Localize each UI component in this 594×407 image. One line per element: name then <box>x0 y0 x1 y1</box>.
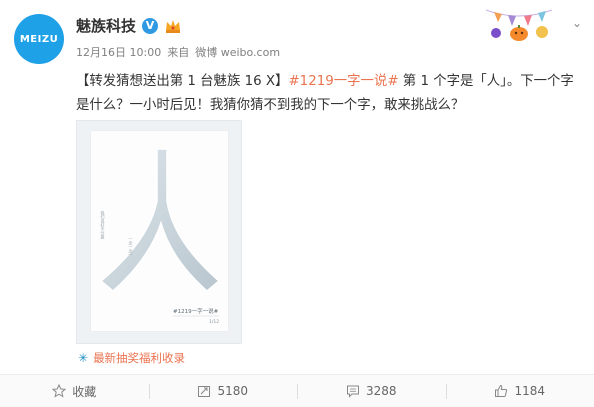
author-row: 魅族科技 V <box>76 15 182 36</box>
chevron-down-icon[interactable]: ⌄ <box>572 16 582 30</box>
source-prefix: 来自 <box>167 46 190 59</box>
poster-card: 我们说好不分散 一念一念一 #1219一字一说# 1/12 <box>91 131 228 331</box>
avatar-logo-text: MEIZU <box>19 33 59 45</box>
poster-side-text-1: 我们说好不分散 <box>101 210 106 240</box>
comment-button[interactable]: 3288 <box>297 375 446 407</box>
lottery-icon: ✳ <box>78 351 89 365</box>
action-bar: 收藏 5180 3288 1184 <box>0 374 594 407</box>
post-time[interactable]: 12月16日 10:00 <box>76 44 161 60</box>
repost-count: 5180 <box>217 384 249 398</box>
author-name[interactable]: 魅族科技 <box>76 15 136 36</box>
repost-button[interactable]: 5180 <box>148 375 298 407</box>
comment-count: 3288 <box>365 384 397 398</box>
thumbs-up-icon <box>495 384 508 397</box>
like-count: 1184 <box>514 384 546 398</box>
poster-artwork: 我们说好不分散 一念一念一 #1219一字一说# 1/12 <box>99 148 221 325</box>
halloween-decoration-icon <box>485 9 553 41</box>
favorite-button[interactable]: 收藏 <box>0 375 149 407</box>
favorite-label: 收藏 <box>72 384 97 399</box>
post-image[interactable]: 我们说好不分散 一念一念一 #1219一字一说# 1/12 <box>76 120 242 344</box>
lottery-link[interactable]: ✳ 最新抽奖福利收录 <box>78 350 185 366</box>
poster-page-number: 1/12 <box>209 319 219 325</box>
like-button[interactable]: 1184 <box>445 375 594 407</box>
post-text-lead: 【转发猜想送出第 1 台魅族 16 X】 <box>76 74 289 89</box>
star-icon <box>52 384 67 398</box>
poster-side-text-2: 一念一念一 <box>129 237 134 257</box>
repost-icon <box>198 386 211 397</box>
lottery-label: 最新抽奖福利收录 <box>93 351 186 365</box>
post-meta: 12月16日 10:00 来自 微博 weibo.com <box>76 44 280 60</box>
topic-link[interactable]: #1219一字一说# <box>288 74 398 89</box>
verified-icon: V <box>142 17 159 34</box>
post-source[interactable]: 微博 weibo.com <box>195 44 280 60</box>
comment-icon <box>346 385 359 398</box>
post-text: 【转发猜想送出第 1 台魅族 16 X】#1219一字一说# 第 1 个字是「人… <box>76 70 576 118</box>
weibo-post-card: MEIZU 魅族科技 V 12月16日 10:00 来自 微博 weibo.co… <box>0 0 594 407</box>
member-crown-icon[interactable] <box>164 18 182 34</box>
avatar[interactable]: MEIZU <box>14 14 64 64</box>
poster-caption: #1219一字一说# <box>173 307 219 315</box>
